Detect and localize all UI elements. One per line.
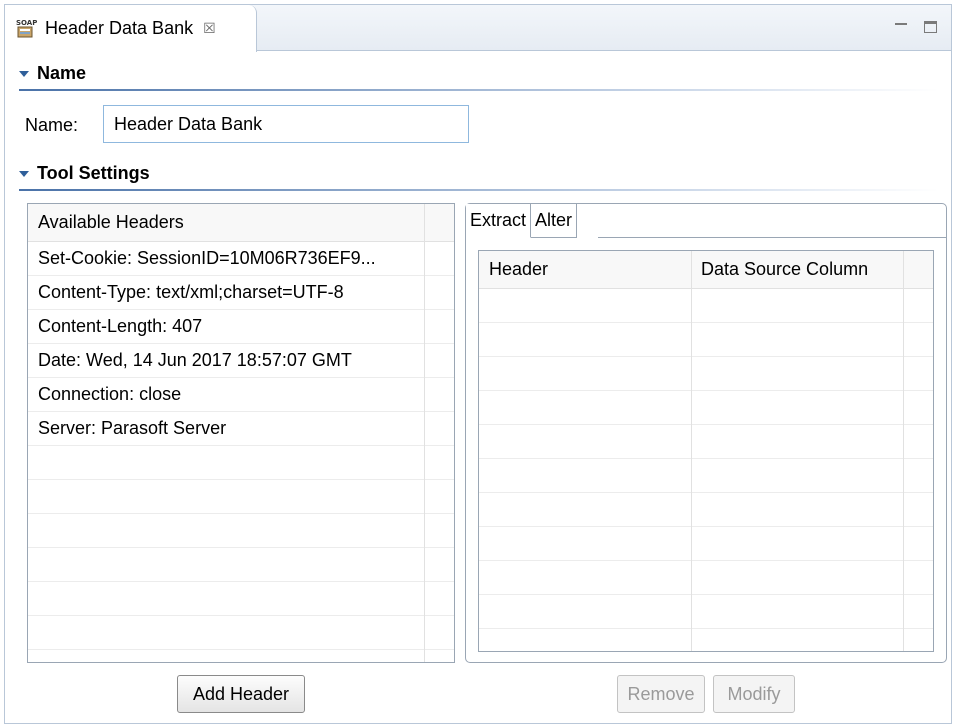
tab-header-data-bank[interactable]: SOAP Header Data Bank ☒: [5, 5, 257, 52]
table-row[interactable]: Set-Cookie: SessionID=10M06R736EF9...: [28, 242, 454, 276]
empty-row: [479, 391, 933, 425]
empty-row: [479, 357, 933, 391]
remove-button[interactable]: Remove: [617, 675, 705, 713]
column-divider: [903, 251, 904, 651]
add-header-button[interactable]: Add Header: [177, 675, 305, 713]
name-section-heading: Name: [37, 63, 87, 83]
editor-window: SOAP Header Data Bank ☒ Name Name: Heade…: [4, 4, 952, 724]
empty-row: [479, 629, 933, 651]
tab-extract[interactable]: Extract: [466, 204, 532, 238]
row-text: Server: Parasoft Server: [38, 418, 227, 438]
empty-row: [479, 595, 933, 629]
empty-row: [479, 459, 933, 493]
maximize-icon[interactable]: [924, 21, 937, 33]
column-divider: [691, 251, 692, 651]
empty-row: [28, 480, 454, 514]
svg-text:SOAP: SOAP: [16, 19, 37, 27]
table-row[interactable]: Connection: close: [28, 378, 454, 412]
row-text: Date: Wed, 14 Jun 2017 18:57:07 GMT: [38, 350, 352, 370]
name-label: Name:: [25, 115, 79, 135]
tab-title: Header Data Bank: [45, 18, 194, 38]
minimize-icon[interactable]: [895, 23, 907, 31]
empty-row: [479, 289, 933, 323]
table-row[interactable]: Date: Wed, 14 Jun 2017 18:57:07 GMT: [28, 344, 454, 378]
empty-row: [28, 446, 454, 480]
tool-settings-heading: Tool Settings: [37, 163, 150, 183]
close-icon[interactable]: ☒: [203, 20, 216, 37]
empty-row: [28, 514, 454, 548]
section-divider: [19, 189, 939, 191]
empty-row: [479, 561, 933, 595]
empty-row: [479, 323, 933, 357]
name-input[interactable]: Header Data Bank: [103, 105, 469, 143]
expand-triangle-icon: [19, 170, 29, 177]
column-header-header[interactable]: Header: [479, 259, 691, 280]
name-input-value: Header Data Bank: [114, 113, 263, 134]
empty-row: [28, 582, 454, 616]
empty-row: [28, 548, 454, 582]
modify-button[interactable]: Modify: [713, 675, 795, 713]
extract-alter-panel: Extract Alter Header Data Source Column: [465, 203, 947, 663]
table-row[interactable]: Content-Type: text/xml;charset=UTF-8: [28, 276, 454, 310]
row-text: Content-Length: 407: [38, 316, 203, 336]
name-section-toggle[interactable]: Name: [19, 63, 86, 84]
table-header: Header Data Source Column: [479, 251, 933, 289]
table-header[interactable]: Available Headers: [28, 204, 454, 242]
empty-row: [479, 425, 933, 459]
row-text: Set-Cookie: SessionID=10M06R736EF9...: [38, 248, 376, 268]
empty-row: [479, 493, 933, 527]
column-header-available-headers: Available Headers: [38, 212, 184, 232]
empty-row: [28, 616, 454, 650]
empty-row: [479, 527, 933, 561]
table-row[interactable]: Content-Length: 407: [28, 310, 454, 344]
tab-baseline: [598, 237, 946, 238]
available-headers-table: Available Headers Set-Cookie: SessionID=…: [27, 203, 455, 663]
row-text: Content-Type: text/xml;charset=UTF-8: [38, 282, 344, 302]
soap-icon: SOAP: [15, 18, 37, 40]
section-divider: [19, 89, 939, 91]
column-divider: [424, 204, 425, 662]
tab-alter[interactable]: Alter: [531, 204, 578, 238]
expand-triangle-icon: [19, 70, 29, 77]
row-text: Connection: close: [38, 384, 182, 404]
column-header-data-source-column[interactable]: Data Source Column: [691, 259, 903, 280]
extract-table: Header Data Source Column: [478, 250, 934, 652]
editor-tab-bar: SOAP Header Data Bank ☒: [5, 5, 951, 52]
tool-settings-section-toggle[interactable]: Tool Settings: [19, 163, 150, 184]
table-row[interactable]: Server: Parasoft Server: [28, 412, 454, 446]
